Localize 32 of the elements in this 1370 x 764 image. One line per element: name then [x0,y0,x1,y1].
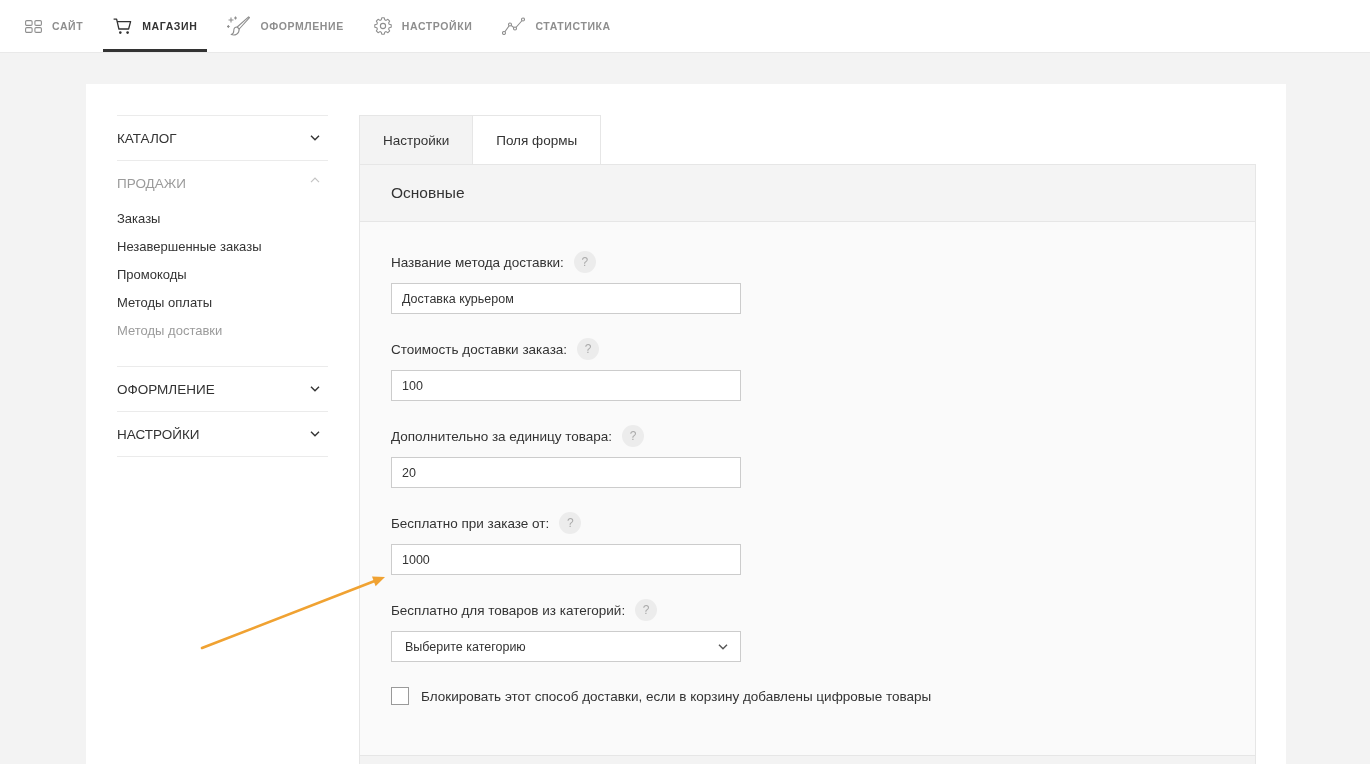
cart-icon [113,17,133,35]
menu-item[interactable]: Промокоды [117,261,187,289]
menu-item[interactable]: Незавершенные заказы [117,233,262,261]
menu-section-header[interactable]: НАСТРОЙКИ [117,412,328,456]
field-label: Стоимость доставки заказа: [391,341,568,357]
checkbox[interactable] [391,687,409,705]
checkbox-label: Блокировать этот способ доставки, если в корзину добавлены цифровые товары [421,688,932,704]
field-label: Дополнительно за единицу товара: [391,428,613,444]
text-field[interactable]: 100 [391,370,741,401]
field-label: Название метода доставки: [391,254,564,270]
chevron-down-icon [310,386,320,392]
menu-item[interactable]: Заказы [117,205,161,233]
chevron-down-icon [310,431,320,437]
field-label: Бесплатно для товаров из категорий: [391,602,626,618]
text-field[interactable]: 1000 [391,544,741,575]
select-field[interactable]: Выберите категорию [391,631,741,662]
menu-section-header[interactable]: ОФОРМЛЕНИЕ [117,367,328,411]
tab[interactable]: Поля формы [473,115,602,164]
paintbrush-icon [227,15,251,37]
chevron-down-icon [310,135,320,141]
field-label: Бесплатно при заказе от: [391,515,550,531]
text-field[interactable]: Доставка курьером [391,283,741,314]
grid-icon [25,19,42,33]
chevron-down-icon [718,643,728,650]
chevron-up-icon [310,177,320,183]
text-field[interactable]: 20 [391,457,741,488]
line-chart-icon [502,17,526,35]
menu-item[interactable]: Методы оплаты [117,289,213,317]
gear-icon [373,17,392,35]
menu-section-header[interactable]: КАТАЛОГ [117,116,328,160]
tab[interactable]: Настройки [359,115,474,164]
section-title: Основные [391,184,465,202]
